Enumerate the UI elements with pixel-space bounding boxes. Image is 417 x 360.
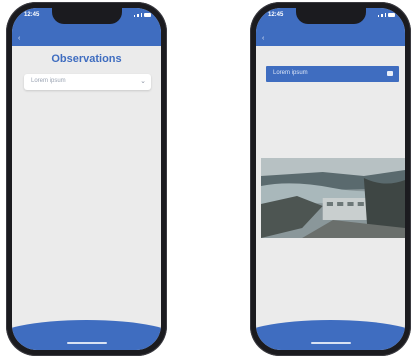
home-indicator[interactable] <box>66 342 107 344</box>
bottom-wave <box>12 320 161 350</box>
date-select[interactable]: Lorem ipsum <box>266 66 399 82</box>
device-notch <box>51 8 122 24</box>
select-value: Lorem ipsum <box>273 70 308 76</box>
back-arrow-icon[interactable]: ‹ <box>18 35 20 42</box>
signal-icon <box>133 15 135 17</box>
signal-icon <box>384 13 386 17</box>
coastal-photo <box>261 158 405 238</box>
home-indicator[interactable] <box>310 342 351 344</box>
bottom-wave <box>256 320 405 350</box>
device-notch <box>295 8 366 24</box>
status-time: 12:45 <box>24 12 40 18</box>
calendar-icon[interactable] <box>387 71 393 76</box>
page-title: Observations <box>51 53 122 65</box>
camera-image <box>261 158 405 238</box>
signal-icon <box>140 13 142 17</box>
screen-right: 12:45 ‹ Lorem ipsum <box>256 8 405 350</box>
battery-icon <box>388 13 395 17</box>
observation-select[interactable]: Lorem ipsum ⌄ <box>24 74 151 90</box>
chevron-down-icon[interactable]: ⌄ <box>140 77 146 85</box>
phone-left: 12:45 ‹ Observations Lorem ipsum ⌄ <box>6 2 167 356</box>
back-arrow-icon[interactable]: ‹ <box>262 35 264 42</box>
signal-icon <box>381 14 383 17</box>
signal-icon <box>377 15 379 17</box>
signal-icon <box>137 14 139 17</box>
phone-right: 12:45 ‹ Lorem ipsum <box>250 2 411 356</box>
battery-icon <box>144 13 151 17</box>
screen-left: 12:45 ‹ Observations Lorem ipsum ⌄ <box>12 8 161 350</box>
select-value: Lorem ipsum <box>31 78 66 84</box>
status-icons <box>377 13 395 17</box>
status-icons <box>133 13 151 17</box>
status-time: 12:45 <box>268 12 284 18</box>
